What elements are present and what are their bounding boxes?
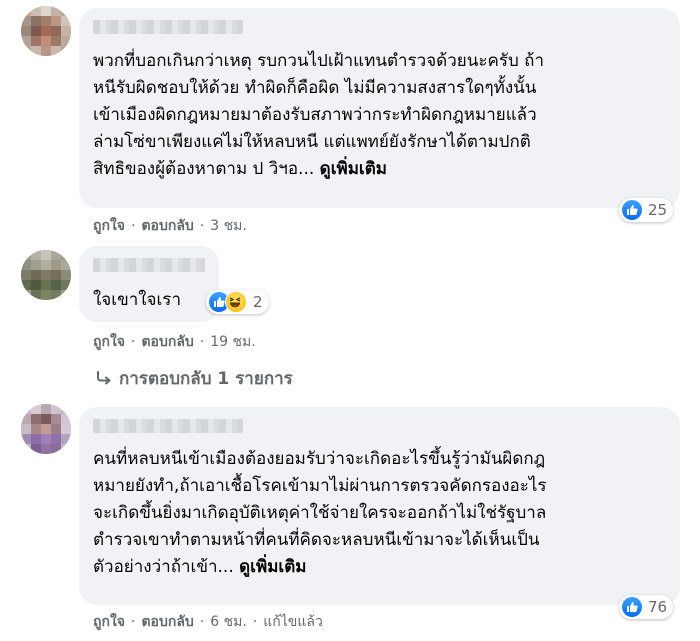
comment-text: ใจเขาใจเรา bbox=[93, 290, 181, 310]
comment-actions: ถูกใจ · ตอบกลับ · 3 ชม. bbox=[93, 218, 247, 234]
timestamp[interactable]: 3 ชม. bbox=[210, 218, 247, 234]
like-button[interactable]: ถูกใจ bbox=[93, 614, 125, 630]
reply-button[interactable]: ตอบกลับ bbox=[141, 334, 193, 350]
comment-text: คนที่หลบหนีเข้าเมืองต้องยอมรับว่าจะเกิดอ… bbox=[93, 449, 547, 577]
view-replies-link[interactable]: การตอบกลับ 1 รายการ bbox=[95, 365, 293, 392]
avatar[interactable] bbox=[21, 6, 71, 56]
timestamp[interactable]: 19 ชม. bbox=[210, 334, 255, 350]
edited-label[interactable]: แก้ไขแล้ว bbox=[263, 614, 323, 630]
reaction-summary[interactable]: 25 bbox=[619, 198, 674, 222]
haha-icon bbox=[225, 291, 247, 313]
reaction-count: 76 bbox=[648, 598, 668, 616]
author-name[interactable] bbox=[93, 20, 243, 34]
reaction-count: 25 bbox=[648, 201, 668, 219]
comment-actions: ถูกใจ · ตอบกลับ · 19 ชม. bbox=[93, 334, 256, 350]
like-icon bbox=[622, 597, 642, 617]
timestamp[interactable]: 6 ชม. bbox=[210, 614, 247, 630]
reply-arrow-icon bbox=[95, 370, 113, 391]
avatar[interactable] bbox=[21, 250, 71, 300]
like-button[interactable]: ถูกใจ bbox=[93, 334, 125, 350]
author-name[interactable] bbox=[93, 419, 243, 433]
reaction-summary[interactable]: 76 bbox=[619, 595, 674, 619]
see-more-link[interactable]: ดูเพิ่มเติม bbox=[320, 159, 387, 179]
reply-button[interactable]: ตอบกลับ bbox=[141, 218, 193, 234]
reaction-summary[interactable]: 2 bbox=[206, 290, 269, 314]
comment-actions: ถูกใจ · ตอบกลับ · 6 ชม. · แก้ไขแล้ว bbox=[93, 614, 323, 630]
reaction-count: 2 bbox=[253, 293, 263, 311]
comment-text: พวกที่บอกเกินกว่าเหตุ รบกวนไปเฝ้าแทนตำรว… bbox=[93, 51, 544, 179]
author-name[interactable] bbox=[93, 258, 205, 272]
reply-button[interactable]: ตอบกลับ bbox=[141, 614, 193, 630]
like-icon bbox=[622, 200, 642, 220]
see-more-link[interactable]: ดูเพิ่มเติม bbox=[239, 557, 306, 577]
avatar[interactable] bbox=[21, 404, 71, 454]
like-button[interactable]: ถูกใจ bbox=[93, 218, 125, 234]
